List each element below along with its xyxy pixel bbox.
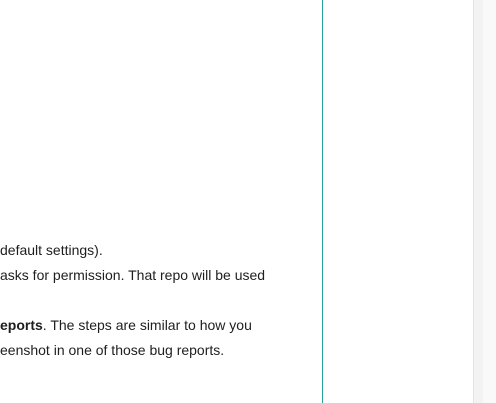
bold-link-text: eports (0, 317, 43, 333)
document-line-3-rest: . The steps are similar to how you (42, 317, 252, 333)
document-blank-line (0, 288, 320, 313)
document-line-4: eenshot in one of those bug reports. (0, 342, 225, 358)
document-line-2: asks for permission. That repo will be u… (0, 267, 266, 283)
document-pane: default settings). asks for permission. … (0, 0, 322, 403)
scrollbar-thumb[interactable] (483, 0, 496, 403)
document-line-1: default settings). (0, 242, 103, 258)
document-text: default settings). asks for permission. … (0, 238, 320, 363)
document-line-3: eports. The steps are similar to how you (0, 313, 320, 338)
app-viewport: default settings). asks for permission. … (0, 0, 496, 403)
side-pane (323, 0, 473, 403)
